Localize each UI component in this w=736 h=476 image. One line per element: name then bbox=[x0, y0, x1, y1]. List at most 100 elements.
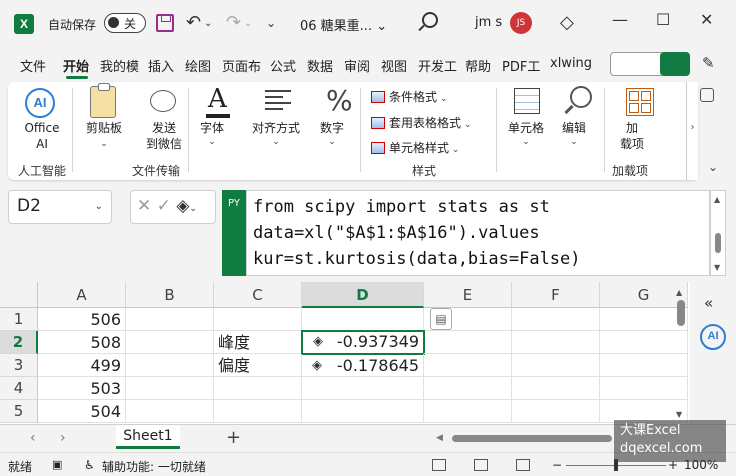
percent-icon[interactable]: % bbox=[326, 84, 353, 117]
cell[interactable] bbox=[214, 400, 302, 423]
accessibility-icon[interactable]: ♿ bbox=[84, 458, 95, 472]
side-ai-icon[interactable]: AI bbox=[700, 324, 726, 350]
cell-d2[interactable]: ◈ -0.937349 bbox=[301, 330, 425, 355]
cell-styles-button[interactable]: 单元格样式 ⌄ bbox=[371, 139, 459, 156]
normal-view-icon[interactable] bbox=[432, 459, 446, 471]
add-sheet-icon[interactable]: + bbox=[226, 427, 241, 448]
scroll-down-icon[interactable]: ▼ bbox=[676, 410, 682, 419]
maximize-icon[interactable]: ☐ bbox=[656, 10, 670, 29]
name-box[interactable]: D2 ⌄ bbox=[8, 190, 112, 224]
next-sheet-icon[interactable]: › bbox=[60, 430, 66, 446]
row-header[interactable]: 5 bbox=[0, 400, 38, 423]
cell[interactable] bbox=[600, 354, 688, 377]
tab-view[interactable]: 视图 bbox=[381, 56, 407, 75]
tab-draw[interactable]: 绘图 bbox=[185, 56, 211, 75]
enter-icon[interactable]: ✓ bbox=[157, 196, 171, 216]
python-output-icon[interactable]: ◈ bbox=[176, 196, 189, 216]
cell[interactable] bbox=[126, 308, 214, 331]
column-header[interactable]: G bbox=[600, 282, 688, 308]
column-header[interactable]: B bbox=[126, 282, 214, 308]
collapse-ribbon-icon[interactable]: ⌄ bbox=[708, 160, 718, 174]
cell[interactable] bbox=[600, 331, 688, 354]
sheet-tab[interactable]: Sheet1 bbox=[116, 425, 180, 449]
cell-c3[interactable]: 偏度 bbox=[214, 354, 302, 377]
tab-page-layout[interactable]: 页面布 bbox=[222, 56, 261, 75]
office-ai-icon[interactable]: AI bbox=[25, 88, 55, 118]
cell[interactable] bbox=[302, 308, 424, 331]
tab-home[interactable]: 开始 bbox=[63, 56, 89, 75]
formula-input[interactable]: from scipy import stats as st data=xl("$… bbox=[246, 190, 710, 276]
python-object-icon[interactable]: ◈ bbox=[309, 332, 323, 351]
avatar[interactable]: JS bbox=[510, 12, 532, 34]
cell-a3[interactable]: 499 bbox=[38, 354, 126, 377]
tab-developer[interactable]: 开发工 bbox=[418, 56, 457, 75]
cell-c2[interactable]: 峰度 bbox=[214, 331, 302, 354]
chevron-down-icon[interactable]: ⌄ bbox=[564, 134, 584, 150]
undo-dropdown-icon[interactable]: ⌄ bbox=[204, 18, 212, 29]
tab-help[interactable]: 帮助 bbox=[465, 56, 491, 75]
cell[interactable] bbox=[302, 400, 424, 423]
office-ai-button[interactable]: Office AI bbox=[12, 120, 72, 152]
save-icon[interactable] bbox=[156, 14, 174, 32]
cell[interactable] bbox=[512, 354, 600, 377]
addins-icon[interactable] bbox=[626, 88, 654, 116]
page-layout-view-icon[interactable] bbox=[474, 459, 488, 471]
scroll-up-icon[interactable]: ▲ bbox=[676, 288, 682, 297]
comments-button[interactable] bbox=[610, 52, 664, 76]
column-header[interactable]: F bbox=[512, 282, 600, 308]
column-header[interactable]: C bbox=[214, 282, 302, 308]
cell[interactable] bbox=[214, 308, 302, 331]
row-header[interactable]: 4 bbox=[0, 377, 38, 400]
undo-icon[interactable]: ↶ bbox=[186, 12, 201, 33]
cell[interactable] bbox=[302, 377, 424, 400]
clipboard-button[interactable]: 剪贴板 bbox=[74, 120, 134, 136]
cells-icon[interactable] bbox=[514, 88, 540, 114]
cell[interactable] bbox=[424, 377, 512, 400]
python-object-icon[interactable]: ◈ bbox=[308, 354, 322, 376]
vertical-scroll-thumb[interactable] bbox=[677, 300, 685, 326]
conditional-format-button[interactable]: 条件格式 ⌄ bbox=[371, 88, 447, 105]
row-header[interactable]: 2 bbox=[0, 331, 38, 354]
cell-a1[interactable]: 506 bbox=[38, 308, 126, 331]
tab-insert[interactable]: 插入 bbox=[148, 56, 174, 75]
cell[interactable] bbox=[512, 308, 600, 331]
tab-file[interactable]: 文件 bbox=[20, 56, 46, 75]
column-header[interactable]: E bbox=[424, 282, 512, 308]
user-name[interactable]: jm s bbox=[475, 15, 502, 30]
pen-icon[interactable]: ✎ bbox=[702, 54, 715, 72]
cell[interactable] bbox=[600, 308, 688, 331]
document-title[interactable]: 06 糖果重... ⌄ bbox=[300, 15, 387, 34]
format-as-table-button[interactable]: 套用表格格式 ⌄ bbox=[371, 114, 471, 131]
tab-my-templates[interactable]: 我的模 bbox=[100, 56, 139, 75]
cell[interactable] bbox=[512, 377, 600, 400]
chevron-down-icon[interactable]: ⌄ bbox=[516, 134, 536, 150]
cell[interactable] bbox=[512, 331, 600, 354]
scroll-up-icon[interactable]: ▲ bbox=[714, 195, 720, 204]
cell[interactable] bbox=[214, 377, 302, 400]
cell-a2[interactable]: 508 bbox=[38, 331, 126, 354]
close-icon[interactable]: ✕ bbox=[700, 10, 713, 29]
tab-pdf[interactable]: PDF工 bbox=[502, 56, 540, 75]
page-break-view-icon[interactable] bbox=[516, 459, 530, 471]
clipboard-icon[interactable] bbox=[90, 83, 116, 118]
cell[interactable] bbox=[424, 354, 512, 377]
row-header[interactable]: 1 bbox=[0, 308, 38, 331]
tab-data[interactable]: 数据 bbox=[307, 56, 333, 75]
minimize-icon[interactable]: — bbox=[612, 10, 628, 29]
addins-button[interactable]: 加 载项 bbox=[612, 120, 652, 152]
chevron-down-icon[interactable]: ⌄ bbox=[94, 136, 114, 152]
horizontal-scroll-thumb[interactable] bbox=[452, 435, 612, 442]
cell[interactable] bbox=[600, 377, 688, 400]
chevron-down-icon[interactable]: ⌄ bbox=[324, 134, 340, 150]
scroll-thumb[interactable] bbox=[715, 233, 721, 253]
tab-review[interactable]: 审阅 bbox=[344, 56, 370, 75]
select-all-corner[interactable] bbox=[0, 282, 38, 308]
alignment-icon[interactable] bbox=[265, 90, 291, 114]
cell[interactable] bbox=[424, 400, 512, 423]
cell[interactable] bbox=[126, 331, 214, 354]
redo-icon[interactable]: ↷ bbox=[226, 12, 241, 33]
cell[interactable] bbox=[126, 377, 214, 400]
cell[interactable] bbox=[126, 400, 214, 423]
chevron-down-icon[interactable]: ⌄ bbox=[95, 201, 103, 212]
row-header[interactable]: 3 bbox=[0, 354, 38, 377]
